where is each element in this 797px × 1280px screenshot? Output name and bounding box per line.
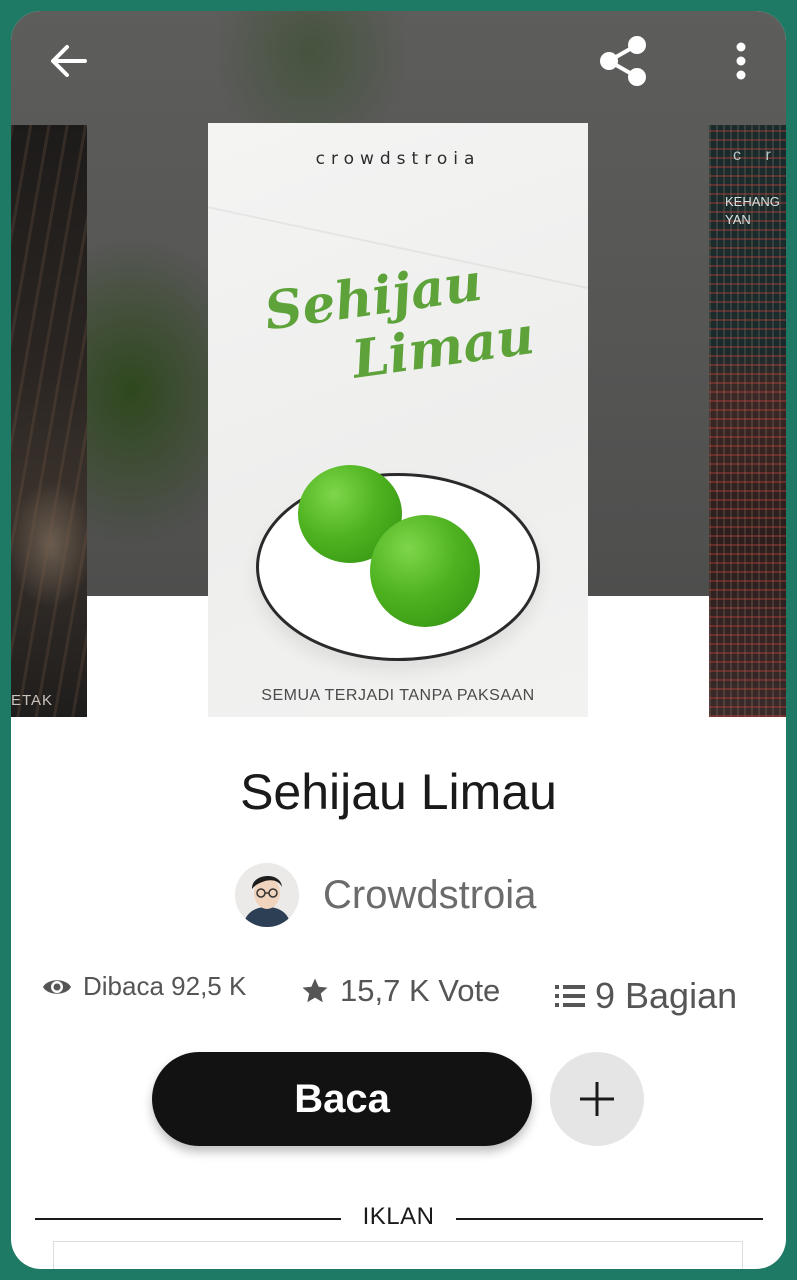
reads-count: Dibaca 92,5 K bbox=[83, 971, 247, 1001]
ad-container[interactable] bbox=[53, 1241, 743, 1269]
cover-tagline: SEMUA TERJADI TANPA PAKSAAN bbox=[261, 687, 535, 704]
arrow-left-icon bbox=[51, 45, 87, 77]
parts-stat[interactable]: 9 Bagian bbox=[555, 975, 737, 1017]
back-button[interactable] bbox=[45, 37, 93, 85]
previous-cover-text: ETAK bbox=[11, 692, 54, 709]
star-icon bbox=[302, 978, 328, 1003]
screen: ETAK c r KEHANG YAN crowdstroia Sehijau … bbox=[11, 11, 786, 1269]
list-icon bbox=[555, 985, 585, 1007]
author-avatar[interactable] bbox=[235, 863, 299, 927]
next-cover-title: KEHANG YAN bbox=[725, 194, 780, 227]
book-stats: Dibaca 92,5 K 15,7 K Vote 9 Bagian bbox=[41, 969, 771, 1019]
book-cover[interactable]: crowdstroia Sehijau Limau SEMUA TERJADI … bbox=[208, 123, 588, 717]
cover-title-text: Sehijau Limau bbox=[261, 244, 555, 402]
ad-label: IKLAN bbox=[362, 1203, 435, 1230]
cover-author-text: crowdstroia bbox=[315, 149, 481, 169]
device-frame: ETAK c r KEHANG YAN crowdstroia Sehijau … bbox=[0, 0, 797, 1280]
ad-divider-line bbox=[456, 1218, 763, 1220]
more-options-button[interactable] bbox=[717, 37, 765, 85]
cover-lime-illustration bbox=[370, 515, 480, 627]
next-book-cover[interactable]: c r KEHANG YAN bbox=[709, 125, 786, 717]
more-vertical-icon bbox=[736, 42, 746, 80]
share-button[interactable] bbox=[595, 33, 651, 89]
share-icon bbox=[600, 36, 646, 86]
next-cover-author: c r bbox=[733, 147, 781, 164]
ad-divider-line bbox=[35, 1218, 341, 1220]
avatar-illustration bbox=[235, 863, 299, 927]
eye-icon bbox=[43, 979, 71, 994]
book-title: Sehijau Limau bbox=[240, 764, 557, 820]
previous-book-cover[interactable]: ETAK bbox=[11, 125, 87, 717]
votes-count: 15,7 K Vote bbox=[340, 973, 501, 1008]
author-link[interactable]: Crowdstroia bbox=[235, 863, 536, 927]
votes-stat: 15,7 K Vote bbox=[300, 973, 500, 1009]
author-name[interactable]: Crowdstroia bbox=[323, 873, 536, 918]
read-button[interactable]: Baca bbox=[152, 1052, 532, 1146]
reads-stat: Dibaca 92,5 K bbox=[41, 971, 246, 1002]
add-to-library-button[interactable] bbox=[550, 1052, 644, 1146]
plus-icon bbox=[580, 1082, 614, 1116]
parts-count: 9 Bagian bbox=[595, 975, 738, 1016]
ad-divider: IKLAN bbox=[35, 1203, 763, 1237]
